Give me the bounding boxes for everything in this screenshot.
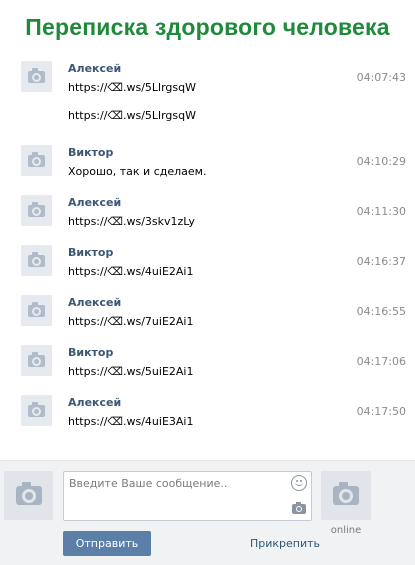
camera-icon [333,482,359,505]
message-composer: online Отправить Прикрепить [0,460,415,565]
message-text: https://⌫.ws/4uiE3Ai1 [68,415,194,428]
message-author[interactable]: Виктор [68,346,113,359]
attach-link[interactable]: Прикрепить [250,537,320,550]
message-author[interactable]: Виктор [68,146,113,159]
camera-icon [28,251,45,267]
message-list: Алексей 04:07:43 https://⌫.ws/5LlrgsqW h… [0,52,415,436]
page-title: Переписка здорового человека [25,14,390,40]
message-time: 04:16:37 [356,255,406,268]
message-text: https://⌫.ws/5LlrgsqW [68,109,196,122]
message-item: Алексей 04:16:55 https://⌫.ws/7uiE2Ai1 [0,286,415,336]
message-item: Алексей 04:11:30 https://⌫.ws/3skv1zLy [0,186,415,236]
smiley-icon[interactable] [291,475,307,491]
message-item: Алексей 04:07:43 https://⌫.ws/5LlrgsqW h… [0,52,415,136]
camera-icon [28,201,45,217]
camera-icon [28,351,45,367]
camera-icon [28,151,45,167]
avatar[interactable] [21,61,52,92]
message-time: 04:17:50 [356,405,406,418]
message-time: 04:11:30 [356,205,406,218]
camera-icon [15,482,42,505]
message-time: 04:07:43 [356,71,406,84]
camera-icon [28,301,45,317]
companion-avatar[interactable] [321,471,371,520]
avatar[interactable] [21,395,52,426]
camera-icon [28,67,45,83]
avatar[interactable] [21,345,52,376]
message-author[interactable]: Виктор [68,246,113,259]
send-button[interactable]: Отправить [63,531,151,556]
avatar[interactable] [21,145,52,176]
message-author[interactable]: Алексей [68,396,121,409]
message-time: 04:10:29 [356,155,406,168]
message-text: https://⌫.ws/7uiE2Ai1 [68,315,194,328]
online-status: online [330,525,362,536]
message-text: https://⌫.ws/5uiE2Ai1 [68,365,194,378]
camera-icon [28,401,45,417]
my-avatar[interactable] [4,471,53,520]
message-author[interactable]: Алексей [68,62,121,75]
message-input[interactable] [63,471,312,521]
message-author[interactable]: Алексей [68,196,121,209]
message-time: 04:17:06 [356,355,406,368]
message-text: https://⌫.ws/5LlrgsqW [68,81,196,94]
message-text: https://⌫.ws/3skv1zLy [68,215,195,228]
avatar[interactable] [21,195,52,226]
avatar[interactable] [21,295,52,326]
message-item: Виктор 04:17:06 https://⌫.ws/5uiE2Ai1 [0,336,415,386]
message-item: Алексей 04:17:50 https://⌫.ws/4uiE3Ai1 [0,386,415,436]
message-time: 04:16:55 [356,305,406,318]
message-text: https://⌫.ws/4uiE2Ai1 [68,265,194,278]
message-item: Виктор 04:16:37 https://⌫.ws/4uiE2Ai1 [0,236,415,286]
message-author[interactable]: Алексей [68,296,121,309]
camera-icon[interactable] [292,502,306,514]
avatar[interactable] [21,245,52,276]
message-text: Хорошо, так и сделаем. [68,165,207,178]
message-item: Виктор 04:10:29 Хорошо, так и сделаем. [0,136,415,186]
